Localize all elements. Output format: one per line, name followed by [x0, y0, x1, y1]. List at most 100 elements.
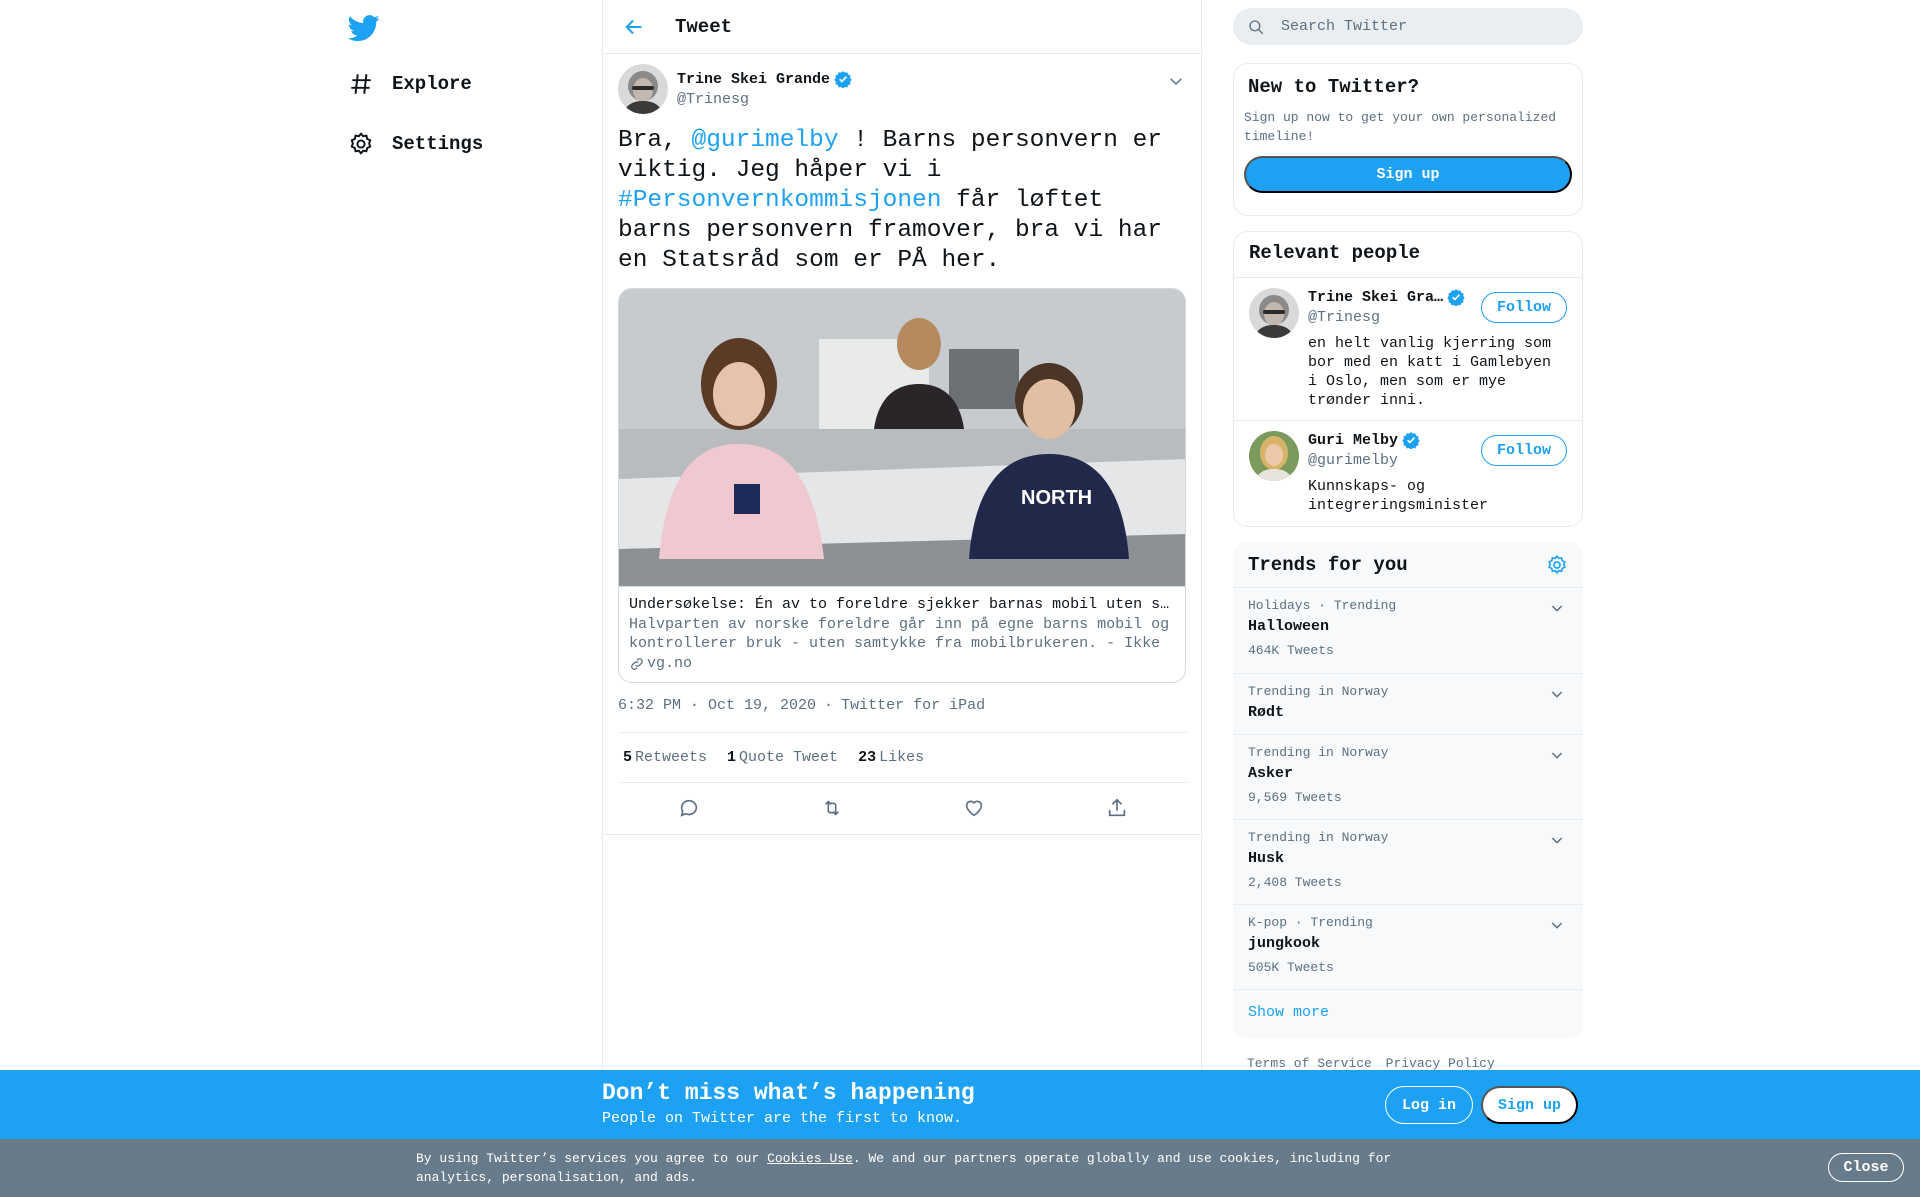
- nav-label-settings: Settings: [392, 133, 484, 155]
- stat-retweets[interactable]: 5 Retweets: [623, 749, 707, 766]
- person-item[interactable]: Trine Skei Gra… @Trinesg en helt vanlig …: [1234, 278, 1582, 421]
- arrow-left-icon[interactable]: [623, 16, 645, 38]
- avatar[interactable]: [1249, 431, 1299, 481]
- stat-number: 5: [623, 749, 633, 766]
- author-handle[interactable]: @Trinesg: [677, 91, 852, 108]
- stat-label: Likes: [879, 749, 925, 766]
- search-box[interactable]: [1233, 8, 1583, 45]
- avatar[interactable]: [1249, 288, 1299, 338]
- search-icon: [1247, 17, 1267, 37]
- privacy-link[interactable]: Privacy Policy: [1386, 1056, 1495, 1071]
- stat-likes[interactable]: 23 Likes: [858, 749, 924, 766]
- card-title: Undersøkelse: Én av to foreldre sjekker …: [629, 596, 1175, 613]
- person-name: Guri Melby: [1308, 431, 1483, 450]
- person-handle: @gurimelby: [1308, 452, 1399, 469]
- chevron-down-icon[interactable]: [1549, 747, 1565, 763]
- trend-item[interactable]: Trending in Norway Husk 2,408 Tweets: [1233, 820, 1583, 905]
- card-body: Undersøkelse: Én av to foreldre sjekker …: [619, 586, 1185, 682]
- chevron-down-icon[interactable]: [1549, 917, 1565, 933]
- card-description: Halvparten av norske foreldre går inn på…: [629, 616, 1170, 652]
- log-in-button[interactable]: Log in: [1385, 1086, 1473, 1124]
- author-name[interactable]: Trine Skei Grande: [677, 70, 852, 89]
- heart-icon[interactable]: [962, 796, 986, 820]
- follow-button[interactable]: Follow: [1481, 435, 1567, 466]
- chevron-down-icon[interactable]: [1165, 70, 1187, 92]
- banner-headline: Don’t miss what’s happening: [602, 1080, 975, 1106]
- verified-badge-icon: [834, 70, 852, 89]
- author-name-text: Trine Skei Grande: [677, 70, 831, 88]
- main-column: Tweet Trine Skei Grande @Trinesg Bra, @g…: [602, 0, 1202, 1197]
- trend-name: Halloween: [1248, 618, 1330, 635]
- tweet: Trine Skei Grande @Trinesg Bra, @gurimel…: [603, 54, 1201, 833]
- chevron-down-icon[interactable]: [1549, 600, 1565, 616]
- stat-number: 1: [727, 749, 737, 766]
- trends-panel: Trends for you Holidays · Trending Hallo…: [1233, 542, 1583, 1038]
- trend-count: 2,408 Tweets: [1248, 875, 1342, 890]
- tweet-meta: 6:32 PM · Oct 19, 2020 · Twitter for iPa…: [618, 697, 1188, 733]
- trend-context: Trending in Norway: [1248, 830, 1389, 845]
- share-icon[interactable]: [1105, 796, 1129, 820]
- trend-name: jungkook: [1248, 935, 1321, 952]
- reply-icon[interactable]: [677, 796, 701, 820]
- terms-link[interactable]: Terms of Service: [1247, 1056, 1372, 1071]
- person-item[interactable]: Guri Melby @gurimelby Kunnskaps- og inte…: [1234, 421, 1582, 526]
- person-name-text: Guri Melby: [1308, 431, 1399, 449]
- show-more-link[interactable]: Show more: [1233, 990, 1583, 1035]
- gear-icon[interactable]: [1546, 554, 1568, 576]
- trend-name: Rødt: [1248, 704, 1285, 721]
- page-title: Tweet: [675, 15, 733, 38]
- trend-context: Holidays · Trending: [1248, 598, 1397, 613]
- cookie-banner: By using Twitter’s services you agree to…: [0, 1139, 1920, 1197]
- verified-badge-icon: [1402, 431, 1420, 450]
- cookies-use-link[interactable]: Cookies Use: [767, 1151, 853, 1166]
- tweet-source[interactable]: Twitter for iPad: [841, 697, 985, 732]
- panel-header: Relevant people: [1234, 232, 1582, 278]
- svg-text:NORTH: NORTH: [1021, 487, 1092, 509]
- signup-banner: Don’t miss what’s happening People on Tw…: [0, 1070, 1920, 1139]
- person-handle: @Trinesg: [1308, 309, 1381, 326]
- chevron-down-icon[interactable]: [1549, 832, 1565, 848]
- stat-quote-tweets[interactable]: 1 Quote Tweet: [727, 749, 838, 766]
- avatar[interactable]: [618, 64, 668, 114]
- trend-count: 505K Tweets: [1248, 960, 1334, 975]
- panel-title: Trends for you: [1248, 553, 1408, 576]
- page-header: Tweet: [603, 0, 1201, 54]
- person-bio: Kunnskaps- og integreringsminister: [1308, 478, 1489, 514]
- banner-sign-up-button[interactable]: Sign up: [1481, 1086, 1578, 1124]
- link-card[interactable]: NORTH Undersøkelse: Én av to foreldre sj…: [618, 288, 1186, 683]
- follow-button[interactable]: Follow: [1481, 292, 1567, 323]
- trend-item[interactable]: Trending in Norway Asker 9,569 Tweets: [1233, 735, 1583, 820]
- meta-separator: ·: [824, 697, 834, 714]
- divider: [603, 834, 1201, 835]
- tweet-time[interactable]: 6:32 PM · Oct 19, 2020: [618, 697, 816, 732]
- trend-name: Asker: [1248, 765, 1294, 782]
- nav-item-settings[interactable]: Settings: [348, 124, 483, 164]
- trend-item[interactable]: Trending in Norway Rødt: [1233, 674, 1583, 735]
- stat-number: 23: [858, 749, 877, 766]
- banner-subtitle: People on Twitter are the first to know.: [602, 1110, 963, 1127]
- stat-label: Retweets: [635, 749, 708, 766]
- twitter-bird-icon[interactable]: [347, 12, 380, 44]
- footer-links: Terms of Service Privacy Policy: [1247, 1056, 1501, 1071]
- relevant-people-panel: Relevant people Trine Skei Gra… @Trinesg…: [1233, 231, 1583, 527]
- search-input[interactable]: [1281, 18, 1561, 35]
- hashtag-link[interactable]: #Personvernkommisjonen: [618, 187, 941, 214]
- stat-label: Quote Tweet: [739, 749, 839, 766]
- retweet-icon[interactable]: [820, 796, 844, 820]
- new-to-twitter-panel: New to Twitter? Sign up now to get your …: [1233, 63, 1583, 216]
- new-to-twitter-description: Sign up now to get your own personalized…: [1244, 110, 1557, 144]
- panel-title: Relevant people: [1249, 242, 1421, 264]
- nav-item-explore[interactable]: Explore: [348, 64, 472, 104]
- card-image: NORTH: [619, 289, 1185, 586]
- hashtag-icon: [348, 71, 374, 97]
- sign-up-button[interactable]: Sign up: [1244, 156, 1572, 193]
- trend-context: K-pop · Trending: [1248, 915, 1373, 930]
- trend-item[interactable]: Holidays · Trending Halloween 464K Tweet…: [1233, 588, 1583, 674]
- panel-header: Trends for you: [1233, 542, 1583, 588]
- mention-link[interactable]: @gurimelby: [692, 127, 839, 154]
- chevron-down-icon[interactable]: [1549, 686, 1565, 702]
- trend-item[interactable]: K-pop · Trending jungkook 505K Tweets: [1233, 905, 1583, 990]
- close-button[interactable]: Close: [1828, 1153, 1904, 1182]
- trend-context: Trending in Norway: [1248, 684, 1389, 699]
- cookie-text-part: By using Twitter’s services you agree to…: [416, 1151, 768, 1166]
